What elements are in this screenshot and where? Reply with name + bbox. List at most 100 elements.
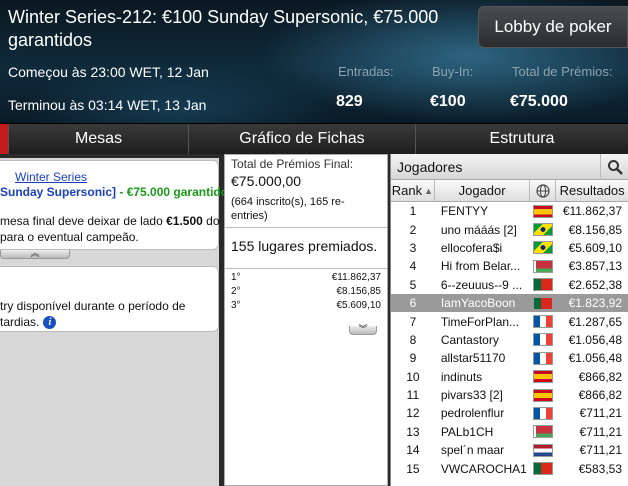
player-result: €8.156,85: [568, 222, 623, 237]
player-row[interactable]: 1 FENTYY €11.862,37: [391, 202, 628, 220]
player-name: TimeForPlan...: [440, 314, 520, 329]
player-search-button[interactable]: [600, 154, 628, 180]
divider: [225, 268, 387, 269]
player-row[interactable]: 4 Hi from Belar... €3.857,13: [391, 257, 628, 275]
flag-br-icon: [533, 241, 554, 255]
series-link[interactable]: Winter Series: [15, 170, 87, 184]
player-country: [530, 443, 556, 457]
payout-amount: €8.156,85: [336, 286, 382, 297]
player-result: €1.287,65: [568, 314, 623, 329]
tab-structure[interactable]: Estrutura: [415, 124, 628, 154]
flag-nl-icon: [533, 443, 554, 457]
tab-bar: Mesas Gráfico de Fichas Estrutura: [0, 123, 628, 154]
player-row[interactable]: 14 spel´n maar €711,21: [391, 441, 628, 459]
info-line-1: try disponível durante o período de: [0, 299, 186, 313]
column-player[interactable]: Jogador: [435, 180, 531, 201]
player-name: 6--zeuuus--9 ...: [440, 277, 523, 292]
flag-by-icon: [533, 259, 554, 273]
player-name: FENTYY: [440, 204, 489, 219]
tournament-info-panel: Winter Series Sunday Supersonic] - €75.0…: [0, 158, 235, 486]
player-result: €711,21: [579, 443, 623, 458]
player-rank: 13: [406, 424, 420, 439]
column-rank-label: Rank: [391, 183, 423, 198]
player-row[interactable]: 7 TimeForPlan... €1.287,65: [391, 312, 628, 330]
player-name: Cantastory: [440, 332, 499, 347]
player-rank: 15: [406, 461, 420, 476]
info-line-2-text: tardias.: [0, 315, 40, 329]
entries-value: 829: [336, 93, 363, 110]
entrants-info: (664 inscrito(s), 165 re-entries): [231, 196, 345, 222]
flag-fr-icon: [533, 333, 554, 347]
flag-fr-icon: [533, 315, 554, 329]
players-panel-header: Jogadores: [391, 154, 628, 180]
paid-places: 155 lugares premiados.: [231, 238, 378, 254]
player-country: [530, 462, 556, 476]
player-name: VWCAROCHA1: [440, 461, 527, 476]
flag-fr-icon: [533, 406, 554, 420]
player-rank: 2: [409, 222, 417, 237]
player-country: [530, 370, 556, 384]
description-line-1: mesa final deve deixar de lado €1.500 do: [0, 214, 220, 228]
payout-row: 2° €8.156,85: [225, 285, 387, 299]
player-row[interactable]: 15 VWCAROCHA1 €583,53: [391, 459, 628, 477]
player-result: €11.862,37: [562, 204, 623, 219]
player-result: €711,21: [579, 424, 623, 439]
player-name: indinuts: [440, 369, 483, 384]
player-result: €1.056,48: [568, 332, 623, 347]
player-country: [530, 351, 556, 365]
tournament-title: Winter Series-212: €100 Sunday Supersoni…: [8, 7, 439, 50]
search-icon: [607, 160, 623, 175]
expand-payouts-toggle[interactable]: ︾: [349, 325, 377, 335]
player-result: €1.056,48: [568, 351, 623, 366]
player-name: allstar51170: [440, 351, 506, 366]
player-row[interactable]: 8 Cantastory €1.056,48: [391, 331, 628, 349]
final-prize-value: €75.000,00: [231, 173, 302, 189]
player-row[interactable]: 6 IamYacoBoon €1.823,92: [391, 293, 628, 313]
player-name: pedrolenflur: [440, 406, 505, 421]
flag-pt-icon: [533, 296, 554, 310]
info-line-2: tardias. i: [0, 315, 57, 329]
player-name: spel´n maar: [440, 443, 505, 458]
player-rank: 3: [409, 240, 417, 255]
column-results[interactable]: Resultados: [556, 180, 628, 201]
payout-row: 3° €5.609,10: [225, 299, 387, 313]
column-country[interactable]: [530, 180, 557, 201]
players-title: Jogadores: [397, 159, 463, 175]
buyin-value: €100: [430, 93, 466, 110]
description-text-c: do: [206, 214, 220, 228]
player-row[interactable]: 2 uno mááás [2] €8.156,85: [391, 220, 628, 238]
player-row[interactable]: 3 ellocofera$i €5.609,10: [391, 239, 628, 257]
event-subtitle: Sunday Supersonic] - €75.000 garantidos: [0, 185, 235, 199]
tab-active-indicator[interactable]: [0, 124, 8, 154]
player-country: [530, 425, 556, 439]
collapse-toggle[interactable]: ︽: [0, 249, 70, 259]
flag-es-icon: [533, 370, 554, 384]
players-table-header: Rank ▲ Jogador Resultados: [391, 180, 628, 202]
prize-pool-panel: Total de Prémios Final: €75.000,00 (664 …: [224, 154, 388, 486]
player-row[interactable]: 10 indinuts €866,82: [391, 368, 628, 386]
player-country: [530, 333, 556, 347]
player-rank: 7: [409, 314, 417, 329]
flag-es-icon: [533, 204, 554, 218]
player-country: [530, 406, 556, 420]
player-row[interactable]: 5 6--zeuuus--9 ... €2.652,38: [391, 276, 628, 294]
poker-lobby-button[interactable]: Lobby de poker: [478, 6, 628, 48]
column-rank[interactable]: Rank ▲: [391, 180, 435, 201]
players-table-body: 1 FENTYY €11.862,37 2 uno mááás [2] €8.156,85…: [391, 202, 628, 478]
player-country: [530, 296, 556, 310]
player-row[interactable]: 12 pedrolenflur €711,21: [391, 404, 628, 422]
player-rank: 6: [409, 296, 417, 311]
player-row[interactable]: 11 pivars33 [2] €866,82: [391, 386, 628, 404]
start-time: Começou às 23:00 WET, 12 Jan: [8, 64, 209, 80]
player-row[interactable]: 13 PALb1CH €711,21: [391, 423, 628, 441]
event-subtitle-name: Sunday Supersonic]: [0, 185, 117, 199]
tab-tables[interactable]: Mesas: [8, 124, 188, 154]
info-icon[interactable]: i: [43, 315, 57, 329]
player-row[interactable]: 9 allstar51170 €1.056,48: [391, 349, 628, 367]
payout-place: 2°: [231, 286, 241, 297]
player-rank: 1: [409, 204, 417, 219]
tab-chip-chart[interactable]: Gráfico de Fichas: [188, 124, 415, 154]
player-result: €711,21: [579, 406, 623, 421]
final-prize-label: Total de Prémios Final:: [231, 157, 354, 171]
payout-list: 1° €11.862,37 2° €8.156,85 3° €5.609,10: [225, 271, 387, 313]
